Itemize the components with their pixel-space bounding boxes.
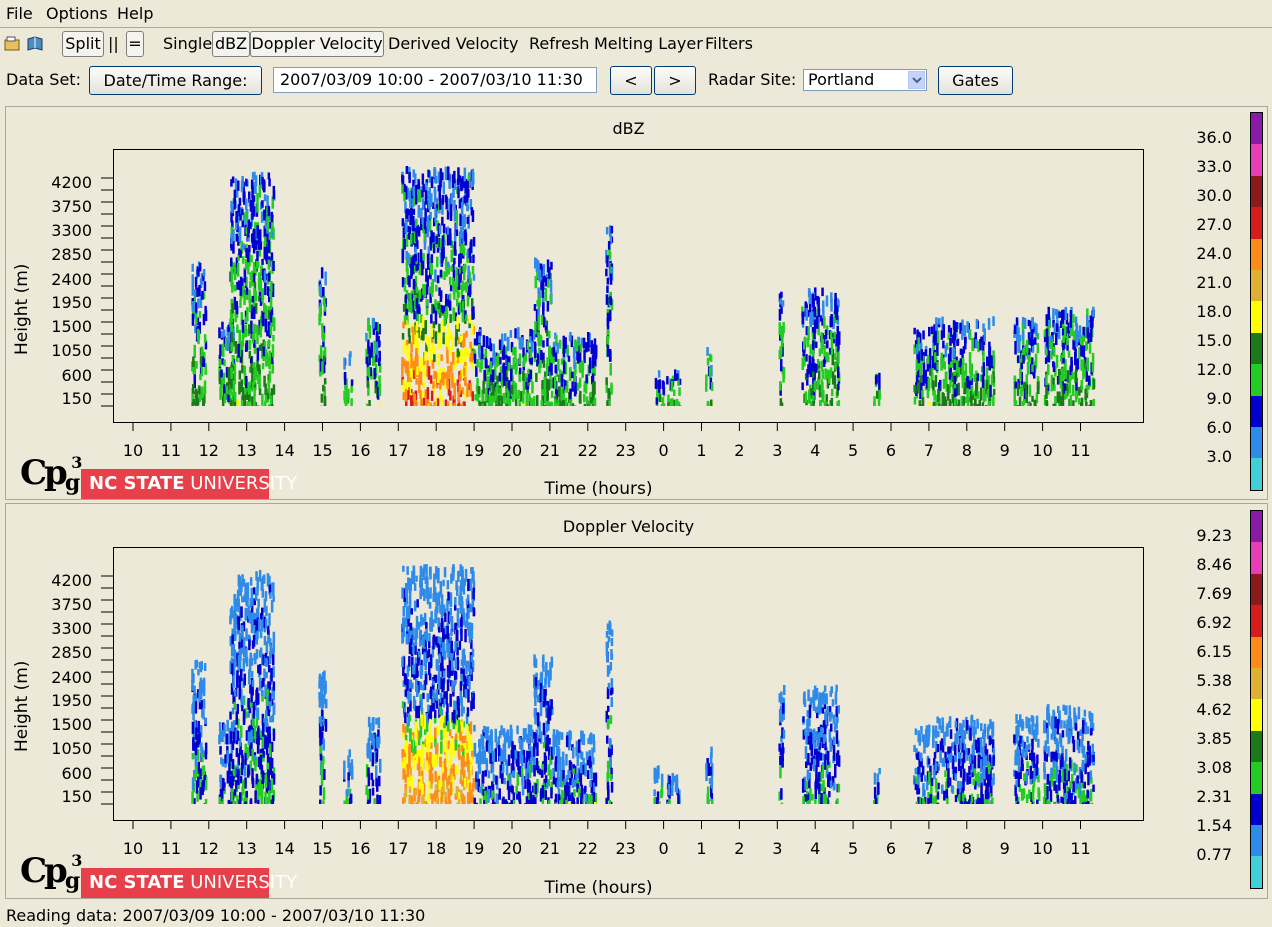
- colorbar-segment: [1251, 395, 1262, 428]
- colorbar-segment: [1251, 270, 1262, 302]
- x-tick-label: 23: [615, 441, 636, 460]
- chevron-down-icon[interactable]: [908, 71, 925, 89]
- x-tick-label: 7: [923, 441, 934, 460]
- menu-divider: [0, 27, 1272, 28]
- dbz-axis-ticks: [101, 177, 1081, 431]
- menu-bar: File Options Help: [0, 0, 1272, 27]
- x-tick-label: 2: [734, 441, 745, 460]
- next-button[interactable]: >: [654, 66, 696, 95]
- x-tick-label: 14: [274, 441, 295, 460]
- open-folder-icon[interactable]: [4, 36, 22, 52]
- x-tick-label: 16: [350, 441, 371, 460]
- menu-options[interactable]: Options: [46, 4, 108, 23]
- radar-site-value: Portland: [808, 70, 875, 89]
- colorbar-segment: [1251, 207, 1262, 239]
- y-tick-label: 3300: [51, 221, 92, 240]
- split-button[interactable]: Split: [62, 31, 104, 57]
- x-tick-label: 22: [577, 441, 598, 460]
- x-tick-label: 10: [122, 441, 144, 460]
- x-tick-label: 20: [501, 441, 523, 460]
- y-tick-label: 1500: [51, 317, 92, 336]
- x-tick-label: 11: [160, 441, 182, 460]
- y-tick-label: 2850: [51, 245, 92, 264]
- nc-state-logo: NC STATE UNIVERSITY: [81, 469, 297, 499]
- x-tick-label: 9: [999, 441, 1010, 460]
- derived-velocity-button[interactable]: Derived Velocity: [388, 31, 519, 57]
- single-button[interactable]: Single: [163, 31, 212, 57]
- colorbar-segment: [1251, 427, 1262, 459]
- colorbar-tick-label: 36.0: [1196, 128, 1232, 147]
- colorbar-tick-label: 6.0: [1206, 418, 1232, 437]
- filters-button[interactable]: Filters: [705, 31, 753, 57]
- x-tick-label: 21: [539, 441, 561, 460]
- nc-state-bold: NC STATE: [89, 473, 185, 494]
- colorbar-segment: [1251, 458, 1262, 490]
- dbz-plot-title: dBZ: [612, 119, 645, 138]
- logo-3-text: 3: [71, 453, 82, 472]
- colorbar-segment: [1251, 332, 1262, 365]
- x-tick-label: 6: [885, 441, 897, 460]
- dbz-y-title: Height (m): [12, 263, 32, 355]
- columns-layout-button[interactable]: ||: [108, 31, 119, 57]
- y-tick-label: 3750: [51, 197, 92, 216]
- x-tick-label: 18: [426, 441, 447, 460]
- data-set-label: Data Set:: [6, 70, 81, 89]
- colorbar-tick-label: 15.0: [1196, 331, 1232, 350]
- doppler-velocity-button[interactable]: Doppler Velocity: [250, 31, 384, 57]
- y-tick-label: 600: [61, 366, 92, 385]
- colorbar-tick-label: 24.0: [1196, 244, 1232, 263]
- doppler-plot-title: Doppler Velocity: [562, 517, 695, 536]
- x-tick-label: 15: [312, 441, 333, 460]
- x-tick-label: 13: [236, 441, 257, 460]
- book-icon[interactable]: [26, 36, 44, 52]
- nc-state-university: UNIVERSITY: [184, 473, 298, 494]
- colorbar-segment: [1251, 301, 1262, 333]
- radar-site-select[interactable]: Portland: [803, 69, 927, 91]
- y-tick-label: 2400: [51, 270, 92, 289]
- radar-site-label: Radar Site:: [708, 70, 797, 89]
- x-tick-label: 3: [772, 441, 783, 460]
- dbz-colorbar: [1250, 112, 1263, 491]
- x-tick-label: 4: [810, 441, 821, 460]
- colorbar-tick-label: 12.0: [1196, 360, 1232, 379]
- colorbar-tick-label: 3.0: [1206, 447, 1232, 466]
- rows-layout-button[interactable]: =: [126, 31, 144, 57]
- colorbar-tick-label: 21.0: [1196, 273, 1232, 292]
- date-range-field[interactable]: 2007/03/09 10:00 - 2007/03/10 11:30: [273, 67, 597, 93]
- x-tick-label: 11: [1070, 441, 1091, 460]
- x-tick-label: 17: [388, 441, 409, 460]
- x-tick-label: 8: [961, 441, 972, 460]
- x-tick-label: 1: [696, 441, 707, 460]
- y-tick-label: 1950: [51, 293, 92, 312]
- x-tick-label: 10: [1032, 441, 1053, 460]
- x-tick-label: 12: [198, 441, 219, 460]
- colorbar-segment: [1251, 175, 1262, 208]
- gates-button[interactable]: Gates: [938, 66, 1013, 95]
- menu-file[interactable]: File: [6, 4, 33, 23]
- x-tick-label: 5: [848, 441, 859, 460]
- colorbar-tick-label: 9.0: [1206, 389, 1232, 408]
- colorbar-tick-label: 33.0: [1196, 157, 1232, 176]
- colorbar-segment: [1251, 238, 1262, 271]
- y-tick-label: 4200: [51, 173, 92, 192]
- colorbar-tick-label: 18.0: [1196, 302, 1232, 321]
- logo-cp-text: Cp: [20, 453, 68, 493]
- previous-button[interactable]: <: [610, 66, 652, 95]
- y-tick-label: 150: [61, 389, 92, 408]
- colorbar-segment: [1251, 144, 1262, 176]
- refresh-button[interactable]: Refresh: [529, 31, 589, 57]
- colorbar-segment: [1251, 364, 1262, 396]
- dbz-button[interactable]: dBZ: [212, 31, 250, 57]
- logo-g-text: g: [64, 470, 80, 496]
- colorbar-segment: [1251, 113, 1262, 145]
- melting-layer-button[interactable]: Melting Layer: [594, 31, 703, 57]
- x-tick-label: 19: [463, 441, 485, 460]
- colorbar-tick-label: 30.0: [1196, 186, 1232, 205]
- menu-help[interactable]: Help: [117, 4, 153, 23]
- date-time-range-button[interactable]: Date/Time Range:: [89, 66, 262, 95]
- y-tick-label: 1050: [51, 341, 92, 360]
- x-tick-label: 0: [658, 441, 669, 460]
- colorbar-tick-label: 27.0: [1196, 215, 1232, 234]
- cpg3-logo: Cpg3: [20, 453, 85, 496]
